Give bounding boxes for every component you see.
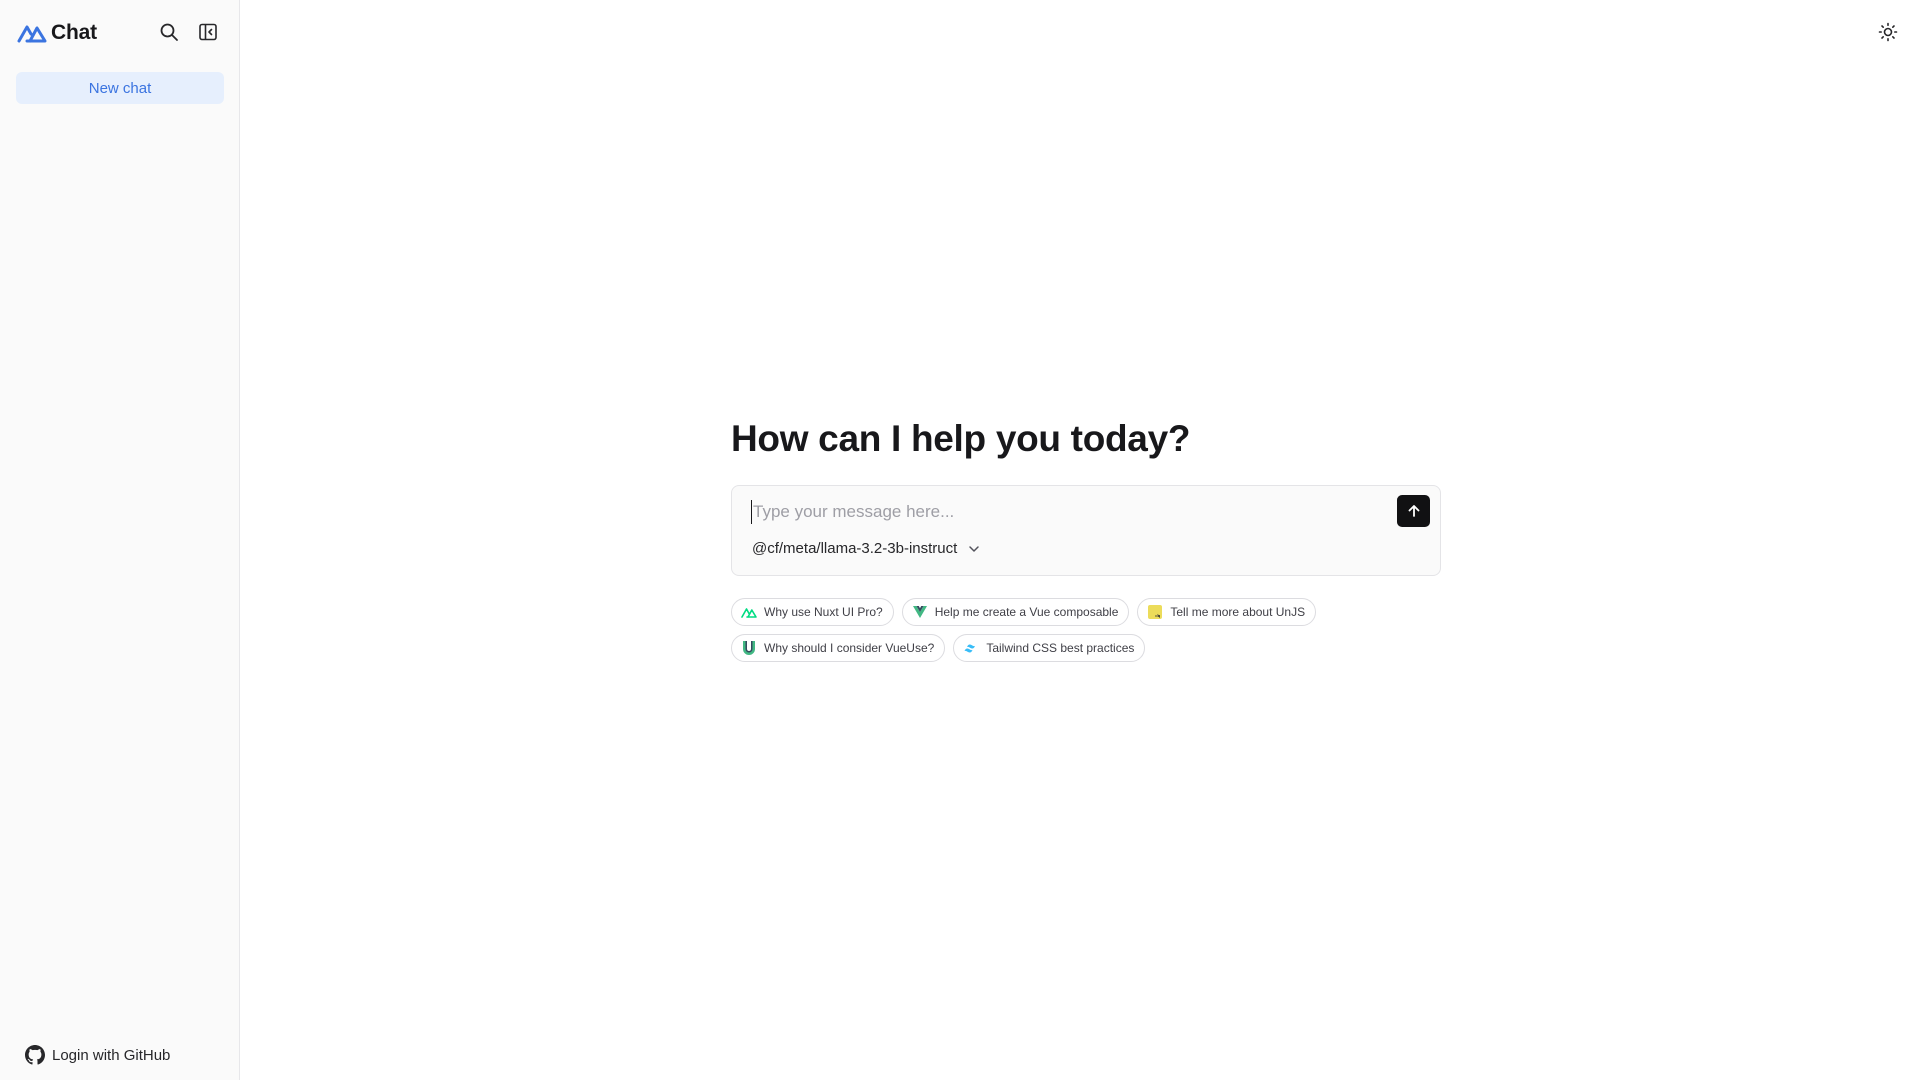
tailwind-icon: [963, 640, 979, 656]
search-button[interactable]: [158, 21, 180, 43]
suggestions: Why use Nuxt UI Pro? Help me create a Vu…: [731, 598, 1451, 670]
sidebar-collapse-icon: [199, 23, 217, 41]
page-title: How can I help you today?: [731, 418, 1191, 459]
login-label: Login with GitHub: [52, 1046, 171, 1064]
message-input[interactable]: [751, 500, 1371, 524]
suggestion-label: Why should I consider VueUse?: [764, 641, 935, 655]
suggestion-label: Tell me more about UnJS: [1170, 605, 1306, 619]
unjs-icon: [1147, 604, 1163, 620]
suggestion-chip[interactable]: Help me create a Vue composable: [901, 598, 1130, 626]
arrow-up-icon: [1408, 505, 1419, 517]
theme-toggle-button[interactable]: [1876, 20, 1900, 44]
model-select-value: @cf/meta/llama-3.2-3b-instruct: [752, 540, 958, 557]
suggestion-chip[interactable]: Tailwind CSS best practices: [953, 634, 1146, 662]
collapse-sidebar-button[interactable]: [197, 21, 219, 43]
suggestion-chip[interactable]: Why should I consider VueUse?: [731, 634, 946, 662]
sidebar: Chat New chat Login with GitHub: [0, 0, 240, 1080]
chat-composer: @cf/meta/llama-3.2-3b-instruct: [731, 485, 1441, 576]
github-icon: [25, 1045, 45, 1065]
brand-title: Chat: [51, 21, 97, 44]
login-github-button[interactable]: Login with GitHub: [25, 1045, 170, 1065]
search-icon: [160, 23, 178, 41]
suggestion-chip[interactable]: Tell me more about UnJS: [1137, 598, 1317, 626]
nuxt-logo-icon: [17, 25, 47, 43]
suggestion-label: Help me create a Vue composable: [934, 605, 1119, 619]
send-button[interactable]: [1397, 495, 1430, 527]
suggestion-label: Tailwind CSS best practices: [986, 641, 1135, 655]
model-select[interactable]: @cf/meta/llama-3.2-3b-instruct: [752, 540, 981, 557]
suggestion-chip[interactable]: Why use Nuxt UI Pro?: [731, 598, 894, 626]
new-chat-button[interactable]: New chat: [16, 72, 224, 104]
brand[interactable]: Chat: [17, 21, 97, 45]
chevron-down-icon: [969, 545, 980, 552]
suggestion-label: Why use Nuxt UI Pro?: [764, 605, 883, 619]
nuxt-icon: [741, 604, 757, 620]
sun-icon: [1878, 22, 1898, 42]
vue-icon: [912, 604, 928, 620]
vueuse-icon: [741, 640, 757, 656]
